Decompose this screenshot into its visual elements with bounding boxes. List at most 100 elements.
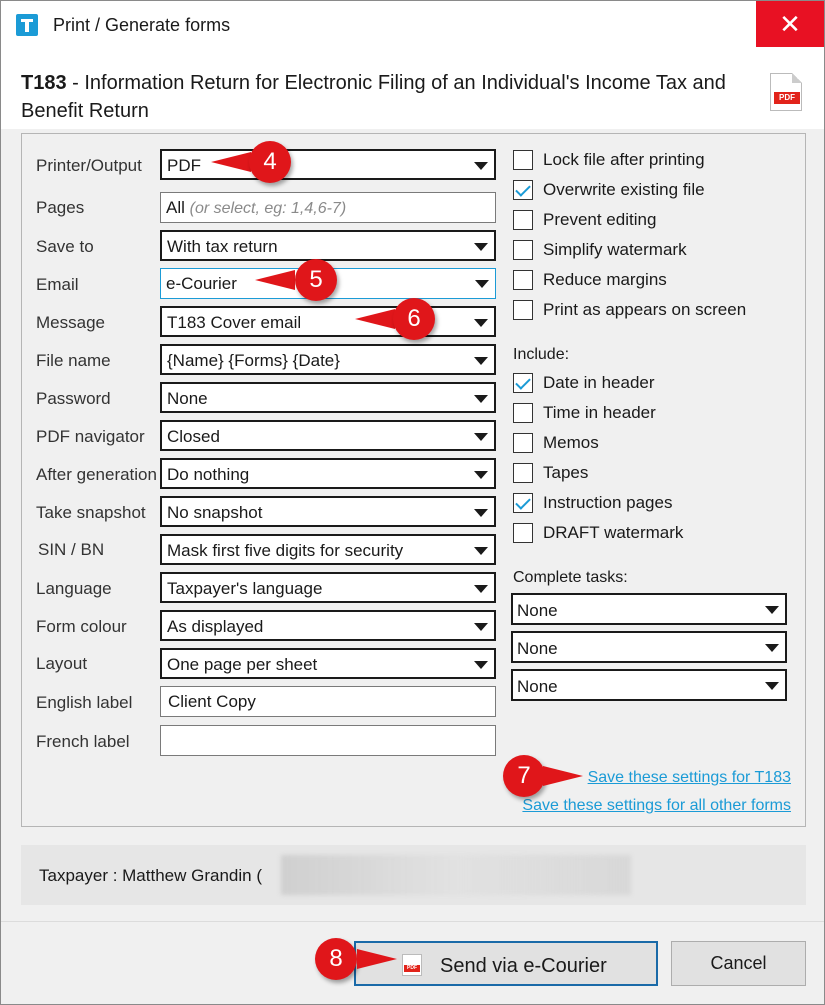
chevron-down-icon <box>474 162 488 170</box>
pdfnav-select[interactable]: Closed <box>160 420 496 451</box>
task-value: None <box>517 601 558 620</box>
message-value: T183 Cover email <box>167 313 302 332</box>
option-label: DRAFT watermark <box>543 523 684 542</box>
taxpayer-text: Taxpayer : Matthew Grandin ( <box>39 866 262 885</box>
chevron-down-icon <box>474 547 488 555</box>
save-settings-form-link[interactable]: Save these settings for T183 <box>588 769 791 787</box>
checkbox[interactable] <box>513 403 533 423</box>
callout-pointer <box>357 949 397 969</box>
checkbox[interactable] <box>513 150 533 170</box>
callout-7: 7 <box>503 755 583 797</box>
pages-value: All <box>166 198 185 217</box>
snapshot-label: Take snapshot <box>36 503 146 522</box>
english-label: English label <box>36 693 133 712</box>
sin-select[interactable]: Mask first five digits for security <box>160 534 496 565</box>
chevron-down-icon <box>765 682 779 690</box>
chevron-down-icon <box>474 623 488 631</box>
callout-number: 8 <box>315 938 357 980</box>
colour-select[interactable]: As displayed <box>160 610 496 641</box>
pdfnav-value: Closed <box>167 427 220 446</box>
snapshot-select[interactable]: No snapshot <box>160 496 496 527</box>
option-label: Lock file after printing <box>543 150 705 169</box>
chevron-down-icon <box>474 243 488 251</box>
save-settings-all-link[interactable]: Save these settings for all other forms <box>522 797 791 815</box>
language-select[interactable]: Taxpayer's language <box>160 572 496 603</box>
option-label: Simplify watermark <box>543 240 687 259</box>
task-select-3[interactable]: None <box>511 669 787 701</box>
callout-pointer <box>355 309 395 329</box>
task-select-1[interactable]: None <box>511 593 787 625</box>
saveto-label: Save to <box>36 237 94 256</box>
pdf-badge: PDF <box>774 92 800 104</box>
send-button[interactable]: PDF Send via e-Courier <box>354 941 658 986</box>
title-bar: Print / Generate forms ✕ <box>1 1 824 49</box>
layout-value: One page per sheet <box>167 655 318 674</box>
english-label-input[interactable]: Client Copy <box>160 686 496 717</box>
pdfnav-label: PDF navigator <box>36 427 145 446</box>
password-label: Password <box>36 389 111 408</box>
callout-5: 5 <box>255 259 337 301</box>
pages-hint: (or select, eg: 1,4,6-7) <box>189 200 347 217</box>
cancel-button[interactable]: Cancel <box>671 941 806 986</box>
chevron-down-icon <box>474 585 488 593</box>
checkbox[interactable] <box>513 180 533 200</box>
option-label: Time in header <box>543 403 656 422</box>
include-label: Include: <box>513 346 570 363</box>
chevron-down-icon <box>474 395 488 403</box>
option-label: Prevent editing <box>543 210 657 229</box>
printer-label: Printer/Output <box>36 156 142 175</box>
chevron-down-icon <box>474 357 488 365</box>
checkbox[interactable] <box>513 270 533 290</box>
chevron-down-icon <box>474 433 488 441</box>
saveto-value: With tax return <box>167 237 278 256</box>
sin-value: Mask first five digits for security <box>167 541 404 560</box>
callout-number: 7 <box>503 755 545 797</box>
message-label: Message <box>36 313 105 332</box>
language-label: Language <box>36 579 112 598</box>
close-button[interactable]: ✕ <box>756 1 824 47</box>
checkbox[interactable] <box>513 493 533 513</box>
colour-value: As displayed <box>167 617 264 636</box>
aftergen-label: After generation <box>36 465 157 484</box>
callout-6: 6 <box>355 298 435 340</box>
callout-4: 4 <box>211 141 291 183</box>
message-select[interactable]: T183 Cover email <box>160 306 496 337</box>
checkbox[interactable] <box>513 523 533 543</box>
print-dialog: Print / Generate forms ✕ T183 - Informat… <box>0 0 825 1005</box>
option-label: Tapes <box>543 463 589 482</box>
app-logo-icon <box>16 14 38 36</box>
task-select-2[interactable]: None <box>511 631 787 663</box>
checkbox[interactable] <box>513 240 533 260</box>
checkbox[interactable] <box>513 433 533 453</box>
checkbox[interactable] <box>513 373 533 393</box>
send-button-label: Send via e-Courier <box>440 955 607 977</box>
layout-select[interactable]: One page per sheet <box>160 648 496 679</box>
saveto-select[interactable]: With tax return <box>160 230 496 261</box>
aftergen-select[interactable]: Do nothing <box>160 458 496 489</box>
language-value: Taxpayer's language <box>167 579 323 598</box>
checkbox[interactable] <box>513 300 533 320</box>
callout-number: 6 <box>393 298 435 340</box>
filename-label: File name <box>36 351 111 370</box>
email-value: e-Courier <box>166 274 237 293</box>
form-heading: T183 - Information Return for Electronic… <box>1 49 824 129</box>
option-label: Instruction pages <box>543 493 673 512</box>
french-label-input[interactable] <box>160 725 496 756</box>
form-code: T183 <box>21 72 67 94</box>
colour-label: Form colour <box>36 617 127 636</box>
checkbox[interactable] <box>513 210 533 230</box>
password-select[interactable]: None <box>160 382 496 413</box>
printer-value: PDF <box>167 156 201 175</box>
filename-select[interactable]: {Name} {Forms} {Date} <box>160 344 496 375</box>
email-label: Email <box>36 275 79 294</box>
chevron-down-icon <box>474 661 488 669</box>
settings-panel: Printer/Output PDF Pages All (or select,… <box>21 133 806 827</box>
task-value: None <box>517 639 558 658</box>
tasks-label: Complete tasks: <box>513 569 628 586</box>
pdf-file-icon: PDF <box>770 73 802 111</box>
chevron-down-icon <box>475 280 489 288</box>
pages-input[interactable]: All (or select, eg: 1,4,6-7) <box>160 192 496 223</box>
checkbox[interactable] <box>513 463 533 483</box>
option-label: Overwrite existing file <box>543 180 705 199</box>
snapshot-value: No snapshot <box>167 503 263 522</box>
